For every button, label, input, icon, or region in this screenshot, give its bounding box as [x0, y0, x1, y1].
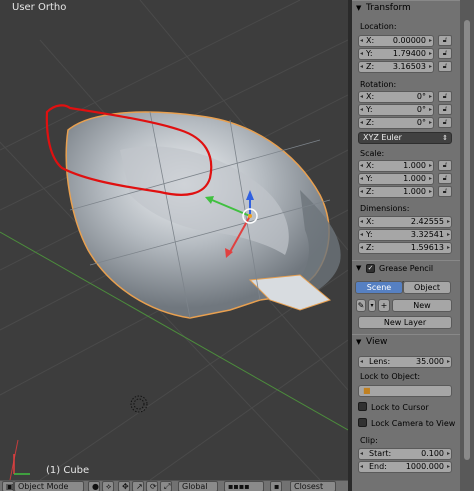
lock-icon[interactable]: 🔓︎: [438, 61, 452, 72]
location-x-field[interactable]: ◂ X: 0.00000 ▸: [358, 35, 434, 47]
location-label: Location:: [360, 22, 397, 31]
chevron-icon: ⇕: [442, 134, 448, 142]
dimensions-label: Dimensions:: [360, 204, 410, 213]
lock-to-cursor-checkbox[interactable]: [358, 402, 367, 411]
new-layer-button[interactable]: New Layer: [358, 316, 452, 329]
3d-viewport[interactable]: User Ortho (1) Cube ▣ Object Mode ● ⟡ ✥ …: [0, 0, 348, 491]
grease-pencil-panel-header[interactable]: ▼ ✓ Grease Pencil Layers: [352, 260, 460, 288]
scale-label: Scale:: [360, 149, 385, 158]
panel-scrollbar[interactable]: [460, 0, 474, 491]
scale-y-field[interactable]: ◂ Y: 1.000 ▸: [358, 173, 434, 185]
rotation-label: Rotation:: [360, 80, 397, 89]
new-gpencil-button[interactable]: New: [392, 299, 452, 312]
clip-end-field[interactable]: ◂ End: 1000.000 ▸: [358, 461, 452, 473]
properties-panel: ▼ Transform Location: ◂ X: 0.00000 ▸ 🔓︎ ◂ Y:…: [352, 0, 460, 491]
location-y-field[interactable]: ◂ Y: 1.79400 ▸: [358, 48, 434, 60]
cube-icon: ■: [363, 386, 371, 395]
lock-icon[interactable]: 🔓︎: [438, 91, 452, 102]
transform-title: Transform: [366, 3, 411, 13]
lock-icon[interactable]: ▪: [270, 481, 282, 491]
mode-dropdown[interactable]: Object Mode: [14, 481, 84, 491]
tab-object[interactable]: Object: [403, 281, 451, 294]
viewport-header: ▣ Object Mode ● ⟡ ✥ ↗ ⟳ ⤢ Global ▪▪▪▪ ▪ …: [0, 480, 348, 491]
lock-icon[interactable]: 🔓︎: [438, 35, 452, 46]
transform-panel-header[interactable]: ▼ Transform: [352, 0, 460, 15]
lamp-icon: [130, 395, 148, 413]
shading-icon[interactable]: ●: [88, 481, 100, 491]
dimensions-y-field[interactable]: ◂ Y: 3.32541 ▸: [358, 229, 452, 241]
triangle-down-icon: ▼: [356, 338, 362, 346]
translate-icon[interactable]: ↗: [132, 481, 144, 491]
triangle-down-icon: ▼: [356, 4, 362, 12]
view-panel-header[interactable]: ▼ View: [352, 334, 460, 349]
pivot-icon[interactable]: ⟡: [102, 481, 114, 491]
lens-field[interactable]: ◂ Lens: 35.000 ▸: [358, 356, 452, 368]
clip-label: Clip:: [360, 436, 378, 445]
scrollbar-thumb[interactable]: [464, 20, 470, 460]
lock-icon[interactable]: 🔓︎: [438, 117, 452, 128]
grease-pencil-checkbox[interactable]: ✓: [366, 264, 375, 273]
snap-dropdown[interactable]: Closest: [290, 481, 336, 491]
active-object-label: (1) Cube: [46, 465, 90, 476]
pencil-icon[interactable]: ✎: [356, 299, 366, 312]
triangle-down-icon: ▼: [356, 264, 362, 272]
scale-x-field[interactable]: ◂ X: 1.000 ▸: [358, 160, 434, 172]
chevron-down-icon[interactable]: ▾: [368, 299, 376, 312]
location-z-field[interactable]: ◂ Z: 3.16503 ▸: [358, 61, 434, 73]
rotation-z-field[interactable]: ◂ Z: 0° ▸: [358, 117, 434, 129]
rotation-x-field[interactable]: ◂ X: 0° ▸: [358, 91, 434, 103]
layers-widget[interactable]: ▪▪▪▪: [224, 481, 264, 491]
scale-z-field[interactable]: ◂ Z: 1.000 ▸: [358, 186, 434, 198]
view-title: View: [366, 337, 388, 347]
tab-scene[interactable]: Scene: [355, 281, 403, 294]
rotation-mode-dropdown[interactable]: XYZ Euler ⇕: [358, 132, 452, 144]
plus-icon[interactable]: +: [378, 299, 390, 312]
view-name-label: User Ortho: [12, 2, 67, 13]
lock-icon[interactable]: 🔓︎: [438, 160, 452, 171]
lock-icon[interactable]: 🔓︎: [438, 104, 452, 115]
dimensions-x-field[interactable]: ◂ X: 2.42555 ▸: [358, 216, 452, 228]
blender-window: User Ortho (1) Cube ▣ Object Mode ● ⟡ ✥ …: [0, 0, 474, 491]
lock-camera-checkbox[interactable]: [358, 418, 367, 427]
manipulator-icon[interactable]: ✥: [118, 481, 130, 491]
lock-icon[interactable]: 🔓︎: [438, 186, 452, 197]
dimensions-z-field[interactable]: ◂ Z: 1.59613 ▸: [358, 242, 452, 254]
axis-indicator: [13, 454, 30, 475]
lock-icon[interactable]: 🔓︎: [438, 48, 452, 59]
lock-camera-label: Lock Camera to View: [371, 419, 456, 428]
lock-object-field[interactable]: ■: [358, 385, 452, 397]
rotation-y-field[interactable]: ◂ Y: 0° ▸: [358, 104, 434, 116]
scale-icon[interactable]: ⤢: [160, 481, 172, 491]
rotate-icon[interactable]: ⟳: [146, 481, 158, 491]
editor-type-icon[interactable]: ▣: [2, 481, 14, 491]
viewport-canvas[interactable]: [0, 0, 348, 480]
lock-to-cursor-label: Lock to Cursor: [371, 403, 429, 412]
lock-icon[interactable]: 🔓︎: [438, 173, 452, 184]
clip-start-field[interactable]: ◂ Start: 0.100 ▸: [358, 448, 452, 460]
lock-to-object-label: Lock to Object:: [360, 372, 421, 381]
orientation-dropdown[interactable]: Global: [178, 481, 218, 491]
